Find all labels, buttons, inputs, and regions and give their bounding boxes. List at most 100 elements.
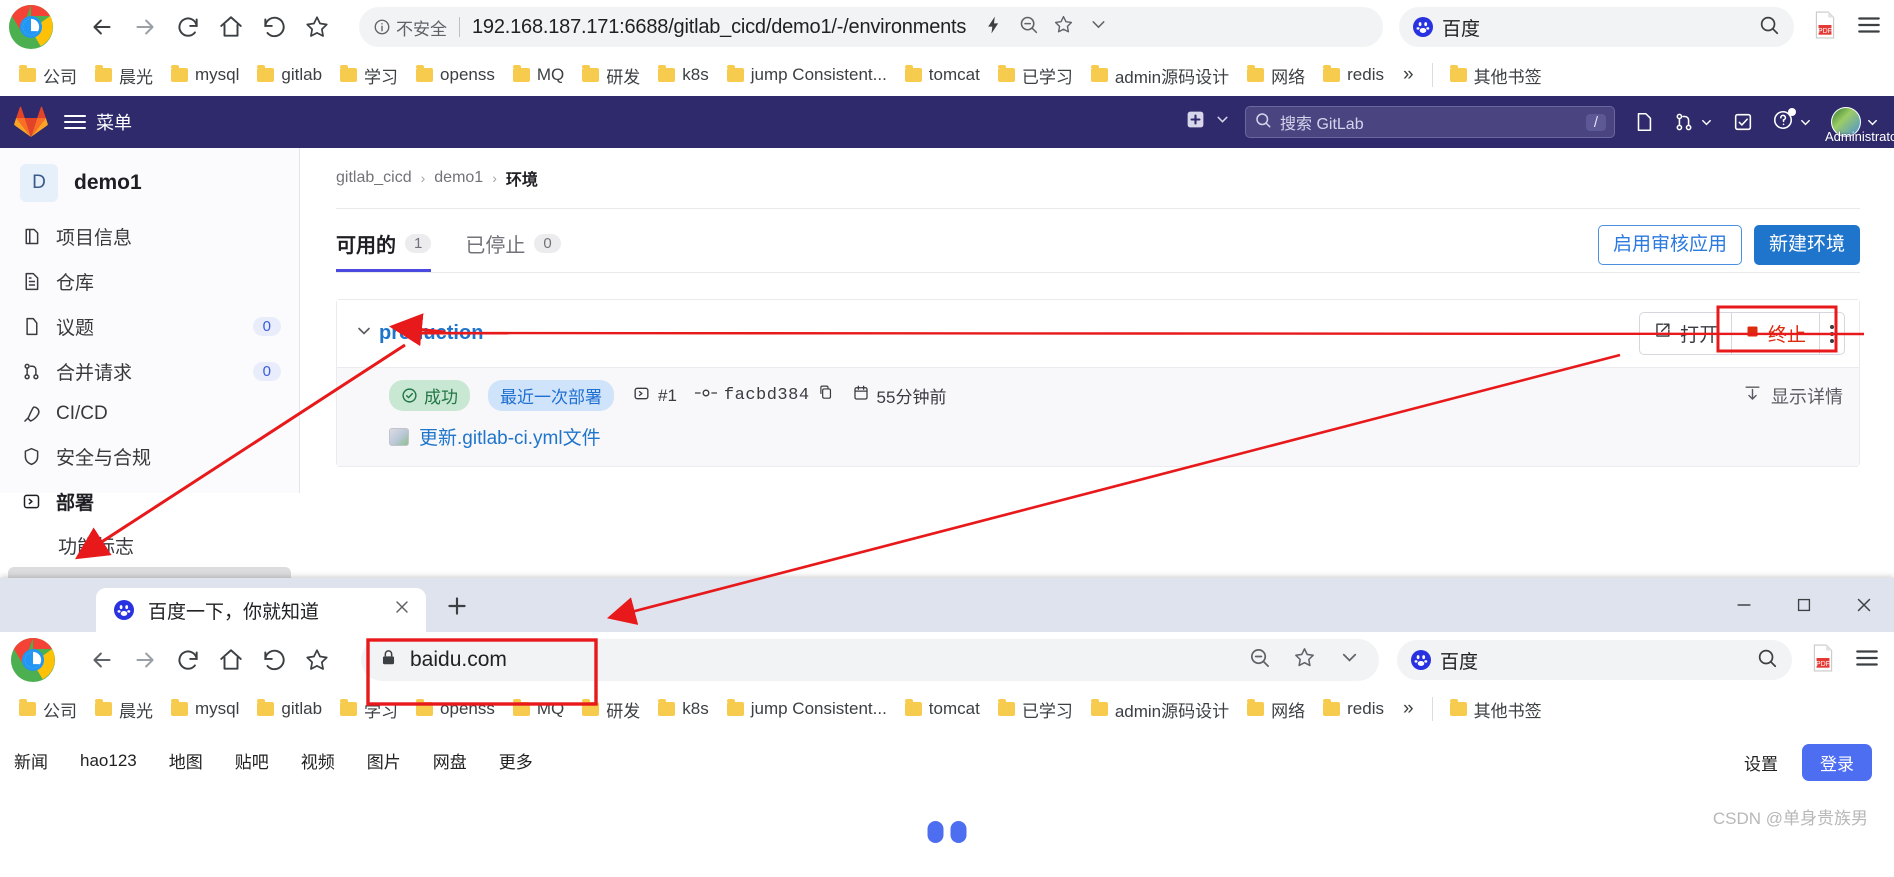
history-button[interactable] (254, 7, 294, 47)
baidu-nav-item[interactable]: 贴吧 (235, 748, 269, 773)
bookmark-item[interactable]: openss (407, 695, 504, 723)
bookmark-star-button[interactable] (297, 7, 337, 47)
baidu-nav-item[interactable]: 视频 (301, 748, 335, 773)
user-menu[interactable]: Administrato (1825, 107, 1894, 144)
sidebar-item-security[interactable]: 安全与合规 (0, 434, 299, 479)
lock-icon[interactable] (379, 648, 398, 672)
create-new-button[interactable] (1185, 109, 1231, 135)
gitlab-menu-button[interactable]: 菜单 (64, 109, 132, 135)
copy-icon[interactable] (817, 384, 834, 407)
bookmark-item[interactable]: tomcat (896, 695, 989, 723)
bookmark-item[interactable]: mysql (162, 61, 248, 89)
gitlab-search-input[interactable]: 搜索 GitLab / (1245, 106, 1615, 138)
baidu-nav-item[interactable]: 新闻 (14, 748, 48, 773)
bookmark-item[interactable]: tomcat (896, 61, 989, 89)
merge-requests-icon[interactable] (1673, 111, 1714, 133)
zoom-out-icon[interactable] (1018, 14, 1039, 40)
other-bookmarks-button[interactable]: 其他书签 (1441, 59, 1551, 92)
sidebar-item-cicd[interactable]: CI/CD (0, 394, 299, 434)
close-window-button[interactable] (1834, 578, 1894, 632)
menu-icon[interactable] (1856, 12, 1882, 43)
bookmark-item[interactable]: 网络 (1238, 59, 1314, 92)
bookmark-item[interactable]: gitlab (248, 695, 331, 723)
bookmark-item[interactable]: 学习 (331, 59, 407, 92)
baidu-nav-item[interactable]: 图片 (367, 748, 401, 773)
bookmark-item[interactable]: 已学习 (989, 59, 1082, 92)
history-button[interactable] (254, 640, 294, 680)
address-bar-1[interactable]: 不安全 192.168.187.171:6688/gitlab_cicd/dem… (359, 7, 1383, 47)
bookmark-item[interactable]: redis (1314, 695, 1393, 723)
forward-button[interactable] (125, 640, 165, 680)
bookmark-item[interactable]: k8s (649, 61, 717, 89)
bookmark-item[interactable]: redis (1314, 61, 1393, 89)
other-bookmarks-button[interactable]: 其他书签 (1441, 693, 1551, 726)
bookmark-item[interactable]: 学习 (331, 693, 407, 726)
baidu-nav-item[interactable]: hao123 (80, 751, 137, 771)
sidebar-item-project-info[interactable]: 项目信息 (0, 214, 299, 259)
chevron-down-icon[interactable] (1338, 646, 1361, 674)
deployment-commit[interactable]: facbd384 (694, 384, 834, 407)
stop-environment-button[interactable]: 终止 (1732, 313, 1820, 354)
chevron-down-icon[interactable] (1088, 14, 1109, 40)
environment-name-link[interactable]: production (379, 322, 483, 345)
commit-title-link[interactable]: 更新.gitlab-ci.yml文件 (419, 423, 601, 450)
address-bar-2[interactable]: baidu.com (361, 639, 1379, 681)
zoom-out-icon[interactable] (1248, 646, 1271, 674)
bookmark-item[interactable]: 研发 (573, 693, 649, 726)
sidebar-item-repository[interactable]: 仓库 (0, 259, 299, 304)
baidu-login-button[interactable]: 登录 (1802, 744, 1872, 781)
new-tab-button[interactable] (426, 593, 488, 632)
sidebar-item-merge-requests[interactable]: 合并请求 0 (0, 349, 299, 394)
baidu-nav-item[interactable]: 网盘 (433, 748, 467, 773)
search-engine-box-1[interactable]: 百度 (1399, 7, 1794, 47)
breadcrumb-project[interactable]: demo1 (434, 169, 483, 187)
issues-icon[interactable] (1633, 111, 1655, 133)
bookmark-item[interactable]: admin源码设计 (1082, 693, 1238, 726)
bookmark-item[interactable]: mysql (162, 695, 248, 723)
baidu-nav-item[interactable]: 地图 (169, 748, 203, 773)
search-engine-box-2[interactable]: 百度 (1397, 640, 1792, 680)
bookmark-item[interactable]: jump Consistent... (718, 695, 896, 723)
reload-button[interactable] (168, 7, 208, 47)
gitlab-logo-icon[interactable] (14, 106, 48, 138)
sidebar-item-deploy[interactable]: 部署 (0, 479, 299, 524)
sidebar-subitem-feature-flags[interactable]: 功能标志 (0, 524, 299, 567)
browser-tab[interactable]: 百度一下，你就知道 (96, 588, 426, 632)
minimize-button[interactable] (1714, 578, 1774, 632)
lightning-icon[interactable] (984, 15, 1004, 40)
bookmark-item[interactable]: 公司 (10, 59, 86, 92)
bookmark-item[interactable]: 公司 (10, 693, 86, 726)
tab-stopped[interactable]: 已停止 0 (465, 225, 561, 272)
security-indicator[interactable]: 不安全 (373, 15, 447, 40)
todos-icon[interactable] (1732, 111, 1754, 133)
sidebar-item-issues[interactable]: 议题 0 (0, 304, 299, 349)
help-icon[interactable] (1772, 107, 1813, 136)
home-button[interactable] (211, 640, 251, 680)
bookmarks-overflow-button[interactable]: » (1393, 60, 1424, 90)
menu-icon[interactable] (1854, 645, 1880, 676)
bookmark-item[interactable]: jump Consistent... (718, 61, 896, 89)
baidu-nav-item[interactable]: 更多 (499, 748, 533, 773)
bookmarks-overflow-button[interactable]: » (1393, 694, 1424, 724)
bookmark-item[interactable]: MQ (504, 61, 573, 89)
chevron-down-icon[interactable] (349, 321, 379, 347)
bookmark-item[interactable]: 晨光 (86, 59, 162, 92)
bookmark-item[interactable]: admin源码设计 (1082, 59, 1238, 92)
star-icon[interactable] (1053, 14, 1074, 40)
sidebar-project-header[interactable]: D demo1 (0, 156, 299, 214)
close-tab-icon[interactable] (392, 597, 412, 623)
deployment-job[interactable]: #1 (632, 384, 677, 408)
back-button[interactable] (82, 7, 122, 47)
bookmark-item[interactable]: openss (407, 61, 504, 89)
pdf-icon[interactable]: PDF (1810, 644, 1836, 677)
bookmark-item[interactable]: 晨光 (86, 693, 162, 726)
maximize-button[interactable] (1774, 578, 1834, 632)
pdf-icon[interactable]: PDF (1812, 11, 1838, 44)
show-details-button[interactable]: 显示详情 (1743, 383, 1843, 409)
bookmark-item[interactable]: 网络 (1238, 693, 1314, 726)
back-button[interactable] (82, 640, 122, 680)
star-icon[interactable] (1293, 646, 1316, 674)
bookmark-item[interactable]: 研发 (573, 59, 649, 92)
bookmark-item[interactable]: 已学习 (989, 693, 1082, 726)
open-environment-button[interactable]: 打开 (1640, 313, 1732, 354)
